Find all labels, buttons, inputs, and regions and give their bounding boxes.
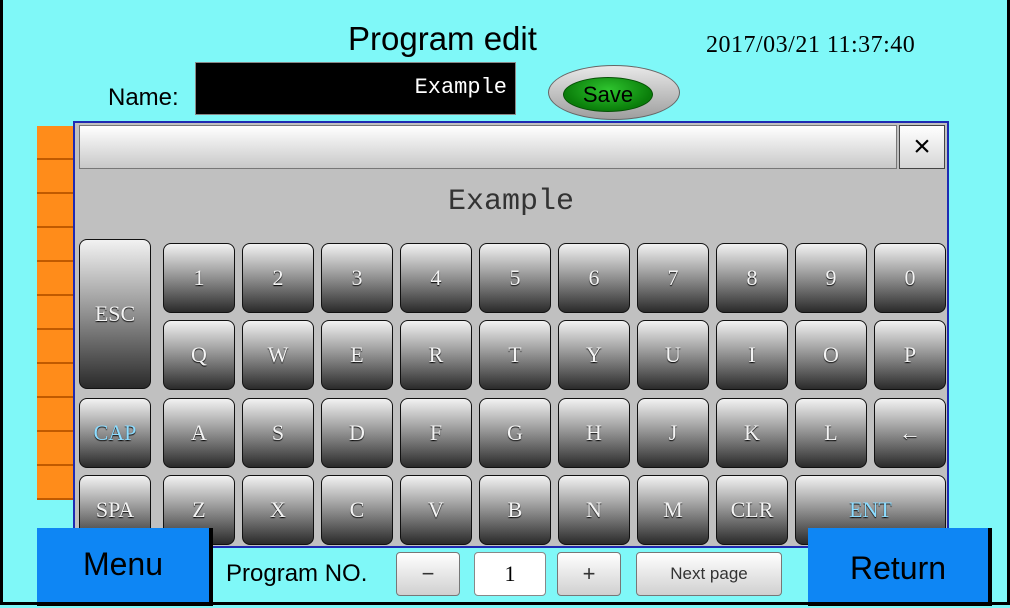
list-item[interactable] (37, 262, 73, 296)
keyboard-display: Example (447, 185, 575, 219)
hmi-screen: Program edit 2017/03/21 11:37:40 Name: E… (0, 0, 1010, 608)
key-l[interactable]: L (795, 398, 867, 468)
list-item[interactable] (37, 330, 73, 364)
key-v[interactable]: V (400, 475, 472, 545)
key-j[interactable]: J (637, 398, 709, 468)
key-n[interactable]: N (558, 475, 630, 545)
key-1[interactable]: 1 (163, 243, 235, 313)
key-u[interactable]: U (637, 320, 709, 390)
key-h[interactable]: H (558, 398, 630, 468)
key-2[interactable]: 2 (242, 243, 314, 313)
key-y[interactable]: Y (558, 320, 630, 390)
list-item[interactable] (37, 296, 73, 330)
list-item[interactable] (37, 398, 73, 432)
key-7[interactable]: 7 (637, 243, 709, 313)
key-3[interactable]: 3 (321, 243, 393, 313)
key-b[interactable]: B (479, 475, 551, 545)
key-6[interactable]: 6 (558, 243, 630, 313)
menu-button[interactable]: Menu (37, 528, 213, 606)
key-d[interactable]: D (321, 398, 393, 468)
program-no-field[interactable]: 1 (474, 552, 546, 596)
key-esc[interactable]: ESC (79, 239, 151, 389)
list-item[interactable] (37, 228, 73, 262)
key-e[interactable]: E (321, 320, 393, 390)
name-input-value: Example (414, 75, 507, 100)
arrow-left-icon: ← (899, 420, 921, 445)
name-input[interactable]: Example (195, 62, 516, 115)
return-button[interactable]: Return (808, 528, 992, 606)
list-item[interactable] (37, 432, 73, 466)
key-o[interactable]: O (795, 320, 867, 390)
keyboard-titlebar[interactable] (79, 125, 897, 169)
key-m[interactable]: M (637, 475, 709, 545)
backspace-key[interactable]: ← (874, 398, 946, 468)
key-8[interactable]: 8 (716, 243, 788, 313)
list-item[interactable] (37, 364, 73, 398)
name-label: Name: (108, 84, 179, 111)
key-r[interactable]: R (400, 320, 472, 390)
program-no-label: Program NO. (226, 560, 368, 587)
key-k[interactable]: K (716, 398, 788, 468)
key-f[interactable]: F (400, 398, 472, 468)
key-cap[interactable]: CAP (79, 398, 151, 468)
close-icon[interactable]: × (899, 125, 945, 169)
key-a[interactable]: A (163, 398, 235, 468)
list-item[interactable] (37, 466, 73, 500)
key-x[interactable]: X (242, 475, 314, 545)
key-5[interactable]: 5 (479, 243, 551, 313)
decrement-button[interactable]: − (396, 552, 460, 596)
key-g[interactable]: G (479, 398, 551, 468)
key-clr[interactable]: CLR (716, 475, 788, 545)
next-page-button[interactable]: Next page (636, 552, 782, 596)
datetime-display: 2017/03/21 11:37:40 (706, 32, 916, 58)
program-list-strip (37, 126, 73, 520)
key-q[interactable]: Q (163, 320, 235, 390)
increment-button[interactable]: + (557, 552, 621, 596)
page-title: Program edit (348, 20, 537, 57)
key-4[interactable]: 4 (400, 243, 472, 313)
list-item[interactable] (37, 160, 73, 194)
key-i[interactable]: I (716, 320, 788, 390)
list-item[interactable] (37, 126, 73, 160)
key-c[interactable]: C (321, 475, 393, 545)
key-s[interactable]: S (242, 398, 314, 468)
key-t[interactable]: T (479, 320, 551, 390)
key-w[interactable]: W (242, 320, 314, 390)
key-9[interactable]: 9 (795, 243, 867, 313)
onscreen-keyboard: × Example ESC 1 2 3 4 5 6 7 8 9 0 Q W E … (73, 121, 949, 548)
key-p[interactable]: P (874, 320, 946, 390)
key-0[interactable]: 0 (874, 243, 946, 313)
list-item[interactable] (37, 194, 73, 228)
save-button[interactable]: Save (563, 77, 653, 112)
